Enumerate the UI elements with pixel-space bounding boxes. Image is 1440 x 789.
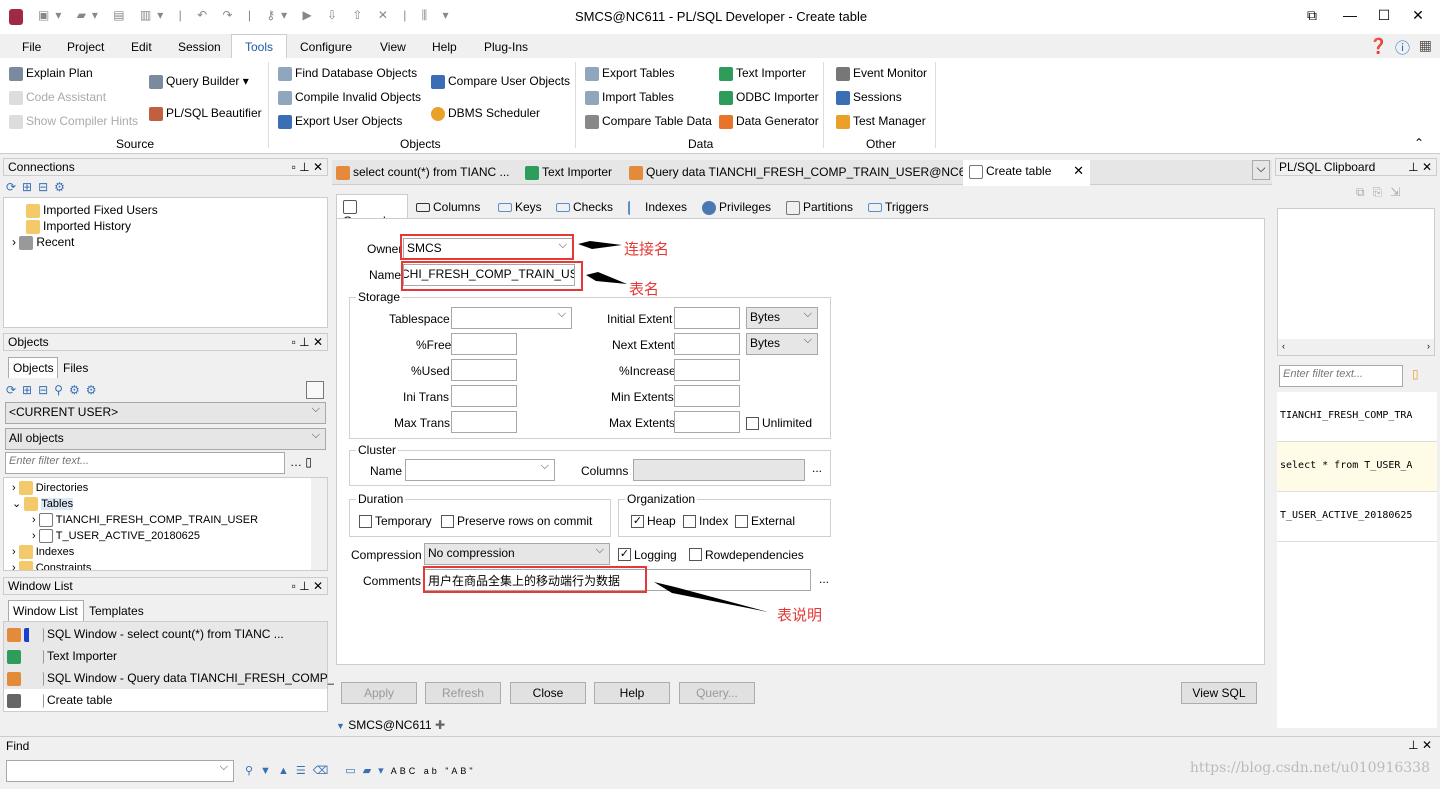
query-button[interactable]: Query...: [679, 682, 755, 704]
clipboard-scrollbar[interactable]: ‹ ›: [1278, 339, 1434, 355]
refresh-button[interactable]: Refresh: [425, 682, 501, 704]
panel-controls[interactable]: ⊥ ✕: [1408, 159, 1432, 175]
clipboard-filter-input[interactable]: Enter filter text...: [1279, 365, 1403, 387]
clip-item[interactable]: T_USER_ACTIVE_20180625: [1277, 492, 1437, 542]
find-title: Find: [6, 739, 30, 753]
arrow-name: [586, 272, 627, 284]
clipboard-header: PL/SQL Clipboard ⊥ ✕: [1275, 158, 1437, 176]
apply-button[interactable]: Apply: [341, 682, 417, 704]
find-toolbar[interactable]: ⚲▼▲☰⌫ ▭▰▾ABC ab "AB": [245, 764, 476, 777]
clipboard-list: TIANCHI_FRESH_COMP_TRA select * from T_U…: [1277, 392, 1437, 728]
clipboard-toolbar[interactable]: ⧉⎘⇲: [1356, 185, 1408, 200]
arrow-owner: [578, 241, 622, 249]
comments-annotation: 表说明: [777, 607, 823, 624]
panel-controls[interactable]: ⊥ ✕: [1408, 738, 1432, 752]
clip-item[interactable]: select * from T_USER_A: [1277, 442, 1437, 492]
annotation-arrows: [578, 241, 768, 612]
new-clip-icon[interactable]: ▯: [1412, 367, 1419, 381]
clip-item[interactable]: TIANCHI_FRESH_COMP_TRA: [1277, 392, 1437, 442]
clipboard-preview: ‹ ›: [1277, 208, 1435, 356]
close-button[interactable]: Close: [510, 682, 586, 704]
find-bar: Find ⊥ ✕ ⚲▼▲☰⌫ ▭▰▾ABC ab "AB" https://bl…: [0, 736, 1440, 789]
help-button[interactable]: Help: [594, 682, 670, 704]
owner-annotation: 连接名: [624, 241, 670, 258]
watermark: https://blog.csdn.net/u010916338: [1189, 760, 1430, 776]
arrow-comments: [654, 582, 768, 612]
view-sql-button[interactable]: View SQL: [1181, 682, 1257, 704]
connection-tab[interactable]: ▼ SMCS@NC611 ✚: [336, 718, 445, 732]
name-annotation: 表名: [629, 281, 660, 298]
find-input[interactable]: [6, 760, 234, 782]
